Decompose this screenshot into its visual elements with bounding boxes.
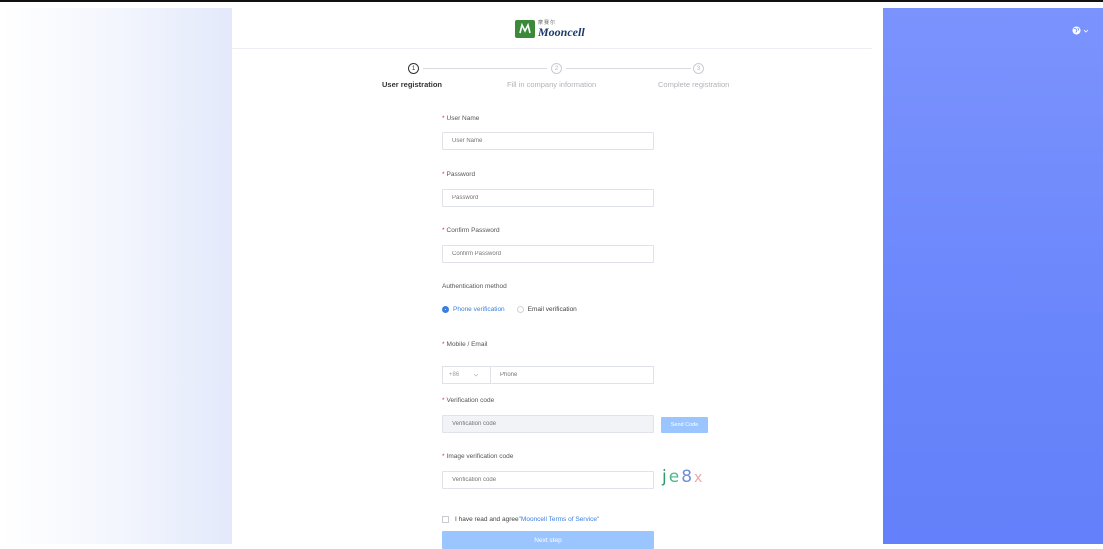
terms-checkbox[interactable]	[442, 516, 449, 523]
phone-verification-radio[interactable]	[442, 306, 449, 313]
step-3-circle: 3	[693, 63, 704, 74]
left-background	[0, 8, 232, 544]
registration-steps: 1 2 3 User registration Fill in company …	[232, 8, 883, 98]
country-code-select[interactable]: +86	[442, 366, 490, 384]
top-border	[0, 0, 1103, 8]
chevron-down-icon	[473, 373, 479, 377]
step-1-circle: 1	[408, 63, 419, 74]
confirm-password-label: * Confirm Password	[442, 227, 500, 234]
password-input[interactable]	[442, 189, 654, 207]
auth-method-label: Authentication method	[442, 283, 507, 290]
auth-method-group: Phone verification Email verification	[442, 306, 577, 313]
globe-icon	[1072, 26, 1081, 35]
captcha-image[interactable]: je8x	[662, 467, 704, 487]
mobile-label: * Mobile / Email	[442, 341, 488, 348]
image-verification-input[interactable]	[442, 471, 654, 489]
image-verification-label: * Image verification code	[442, 453, 514, 460]
captcha-char-1: j	[662, 467, 669, 487]
email-verification-radio[interactable]	[516, 306, 524, 313]
username-input[interactable]	[442, 132, 654, 150]
password-label: * Password	[442, 171, 476, 178]
terms-text: I have read and agree	[455, 516, 519, 523]
username-label: * User Name	[442, 115, 480, 122]
step-1-label: User registration	[382, 80, 443, 89]
language-switcher[interactable]	[1072, 26, 1089, 35]
verification-code-input[interactable]	[442, 415, 654, 433]
terms-agreement: I have read and agree "Mooncell Terms of…	[442, 516, 599, 523]
email-verification-label[interactable]: Email verification	[528, 306, 577, 313]
verification-code-label: * Verification code	[442, 397, 495, 404]
chevron-down-icon	[1083, 29, 1089, 33]
step-line-1	[423, 68, 547, 69]
step-line-2	[566, 68, 691, 69]
country-code-value: +86	[449, 372, 460, 378]
terms-link[interactable]: "Mooncell Terms of Service"	[519, 516, 600, 523]
phone-input[interactable]	[491, 366, 654, 384]
step-2-label: Fill in company information	[507, 80, 597, 89]
confirm-password-input[interactable]	[442, 245, 654, 263]
step-3-label: Complete registration	[658, 80, 730, 89]
captcha-char-4: x	[694, 470, 705, 486]
send-code-button[interactable]: Send Code	[661, 417, 708, 433]
next-step-button[interactable]: Next step	[442, 531, 654, 549]
phone-verification-label[interactable]: Phone verification	[453, 306, 505, 313]
registration-panel: 摩赛尔 Mooncell 1 2 3 User registration Fil…	[232, 8, 883, 549]
right-panel	[883, 8, 1103, 544]
step-2-circle: 2	[551, 63, 562, 74]
captcha-char-2: e	[668, 467, 682, 487]
captcha-char-3: 8	[681, 467, 695, 487]
